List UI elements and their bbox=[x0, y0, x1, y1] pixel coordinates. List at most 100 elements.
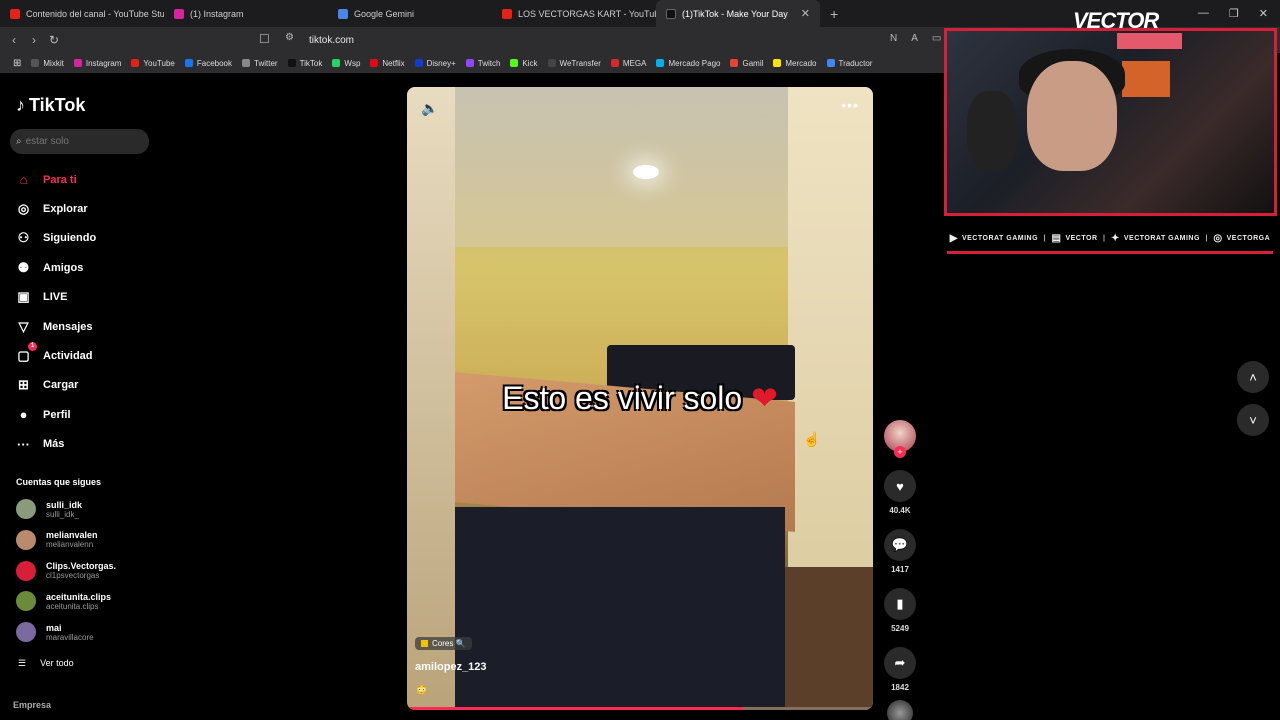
bookmark-page-icon[interactable]: ☐ bbox=[259, 32, 270, 46]
search-input[interactable] bbox=[25, 136, 136, 147]
nav-item-live[interactable]: ▣ LIVE bbox=[16, 283, 96, 312]
activity-icon: ▢ 1 bbox=[16, 342, 37, 364]
nav-item-perfil[interactable]: ● Perfil bbox=[16, 400, 96, 429]
following-account[interactable]: melianvalen melianvalenn bbox=[16, 529, 98, 550]
volume-icon[interactable]: 🔈 bbox=[421, 100, 438, 117]
more-options-icon[interactable]: ••• bbox=[841, 97, 859, 113]
separator: | bbox=[1205, 235, 1208, 242]
translate-icon[interactable]: A bbox=[911, 33, 918, 44]
bookmark-label: Traductor bbox=[838, 58, 873, 68]
bookmark-favicon-icon bbox=[184, 59, 193, 67]
save-action[interactable]: ▮ 5249 bbox=[882, 588, 918, 633]
nav-item-siguiendo[interactable]: ⚇ Siguiendo bbox=[16, 224, 97, 253]
separator: | bbox=[1103, 235, 1106, 242]
extensions-icon[interactable]: ▭ bbox=[932, 33, 941, 44]
restore-icon[interactable]: ❐ bbox=[1229, 7, 1239, 20]
bookmark-favicon-icon bbox=[31, 59, 40, 67]
bookmark-label: Netflix bbox=[382, 58, 405, 68]
close-tab-icon[interactable]: ✕ bbox=[801, 7, 810, 20]
tab-tiktok[interactable]: (1)TikTok - Make Your Day ✕ bbox=[656, 0, 820, 27]
tab-youtube[interactable]: LOS VECTORGAS KART - YouTube bbox=[492, 0, 656, 27]
webcam-face bbox=[1027, 61, 1117, 171]
tiktok-icon bbox=[666, 8, 676, 19]
nav-item-para-ti[interactable]: ⌂ Para ti bbox=[16, 165, 96, 194]
following-account[interactable]: Clips.Vectorgas. cl1psvectorgas bbox=[16, 560, 116, 581]
back-icon[interactable]: ‹ bbox=[4, 33, 24, 47]
bookmark-item[interactable]: YouTube bbox=[126, 59, 179, 68]
nav-item-explorar[interactable]: ◎ Explorar bbox=[16, 194, 96, 223]
new-tab-button[interactable]: + bbox=[820, 6, 848, 22]
bookmark-item[interactable]: Mercado bbox=[768, 59, 821, 68]
instagram-icon: ◎ bbox=[1213, 233, 1223, 244]
webcam-overlay bbox=[944, 28, 1277, 216]
account-handle: cl1psvectorgas bbox=[46, 571, 100, 581]
comment-icon[interactable]: 💬 bbox=[884, 529, 916, 561]
company-section[interactable]: Empresa bbox=[13, 700, 51, 710]
tiktok-logo[interactable]: ♪ TikTok bbox=[16, 95, 85, 116]
tiktok-note-icon: ♪ bbox=[16, 95, 25, 115]
home-icon: ⌂ bbox=[19, 172, 28, 188]
bookmark-icon[interactable]: ▮ bbox=[884, 588, 916, 620]
bookmark-item[interactable]: Kick bbox=[505, 59, 542, 68]
bookmark-item[interactable]: Instagram bbox=[69, 59, 127, 68]
site-settings-icon[interactable]: ⚙ bbox=[285, 32, 294, 43]
close-window-icon[interactable]: ✕ bbox=[1259, 7, 1268, 20]
separator: | bbox=[1043, 235, 1046, 242]
following-account[interactable]: sulli_idk sulli_idk_ bbox=[16, 499, 82, 519]
minimize-icon[interactable]: — bbox=[1198, 7, 1209, 20]
search-box[interactable]: ⌕ bbox=[10, 129, 149, 154]
bookmark-item[interactable]: Twitter bbox=[237, 59, 283, 68]
nav-label: LIVE bbox=[43, 291, 68, 304]
previous-video-button[interactable]: ˄ bbox=[1237, 361, 1269, 393]
nav-item-más[interactable]: ··· Más bbox=[16, 430, 96, 459]
bookmarks-bar: ⊞ Mixkit Instagram YouTube Facebook Twitter T… bbox=[0, 53, 944, 73]
nav-item-amigos[interactable]: ⚉ Amigos bbox=[16, 253, 96, 282]
bookmark-item[interactable]: Mixkit bbox=[26, 59, 68, 68]
nav-item-actividad[interactable]: ▢ 1 Actividad bbox=[16, 341, 96, 370]
following-account[interactable]: aceitunita.clips aceitunita.clips bbox=[16, 591, 111, 612]
bookmark-item[interactable]: TikTok bbox=[283, 59, 328, 68]
bookmark-item[interactable]: Wsp bbox=[327, 59, 365, 68]
effect-tag[interactable]: Cores 🔍 bbox=[415, 637, 472, 650]
nav-item-cargar[interactable]: ⊞ Cargar bbox=[16, 371, 96, 400]
webcam-headset bbox=[967, 91, 1017, 171]
comment-action[interactable]: 💬 1417 bbox=[882, 529, 918, 574]
bookmark-item[interactable]: MEGA bbox=[606, 59, 652, 68]
reload-icon[interactable]: ↻ bbox=[44, 33, 64, 47]
music-disc-icon[interactable] bbox=[887, 700, 913, 720]
social-link: ◎ VECTORGA bbox=[1213, 233, 1270, 244]
follow-plus-icon[interactable]: + bbox=[894, 446, 906, 458]
bookmark-label: Twitch bbox=[477, 58, 501, 68]
tab-gemini[interactable]: Google Gemini bbox=[328, 0, 492, 27]
bookmark-item[interactable]: Facebook bbox=[180, 59, 237, 68]
bookmark-item[interactable]: Traductor bbox=[822, 59, 878, 68]
apps-icon[interactable]: ⊞ bbox=[8, 58, 26, 69]
bookmark-item[interactable]: Netflix bbox=[365, 59, 409, 68]
chevron-up-icon: ˄ bbox=[1249, 369, 1257, 385]
bookmark-item[interactable]: Disney+ bbox=[410, 59, 461, 68]
tab-youtube-studio[interactable]: Contenido del canal - YouTube Studio bbox=[0, 0, 164, 27]
next-video-button[interactable]: ˅ bbox=[1237, 404, 1269, 436]
reading-mode-icon[interactable]: N bbox=[890, 33, 897, 44]
like-action[interactable]: ♥ 40.4K bbox=[882, 470, 918, 515]
forward-icon[interactable]: › bbox=[24, 33, 44, 47]
tab-instagram[interactable]: (1) Instagram bbox=[164, 0, 328, 27]
video-author[interactable]: amilopez_123 bbox=[415, 661, 487, 673]
nav-item-mensajes[interactable]: ▽ Mensajes bbox=[16, 312, 96, 341]
see-all-link[interactable]: ☰ Ver todo bbox=[18, 658, 74, 669]
bookmark-item[interactable]: Twitch bbox=[461, 59, 506, 68]
url-field[interactable]: tiktok.com bbox=[309, 35, 354, 46]
bookmark-item[interactable]: Gamil bbox=[725, 59, 768, 68]
bookmark-item[interactable]: WeTransfer bbox=[543, 59, 606, 68]
following-account[interactable]: mai maravillacore bbox=[16, 622, 94, 643]
share-icon[interactable]: ➦ bbox=[884, 647, 916, 679]
bookmark-item[interactable]: Mercado Pago bbox=[651, 59, 725, 68]
video-player[interactable]: Esto es vivir solo ❤ 🔈 ••• Cores 🔍 amilo… bbox=[407, 87, 873, 710]
bookmark-favicon-icon bbox=[547, 59, 556, 67]
creator-avatar[interactable]: + bbox=[884, 420, 916, 458]
video-progress-bar[interactable] bbox=[407, 707, 873, 710]
following-title: Cuentas que sigues bbox=[16, 477, 102, 487]
bookmark-label: Instagram bbox=[85, 58, 122, 68]
share-action[interactable]: ➦ 1842 bbox=[882, 647, 918, 692]
heart-icon[interactable]: ♥ bbox=[884, 470, 916, 502]
